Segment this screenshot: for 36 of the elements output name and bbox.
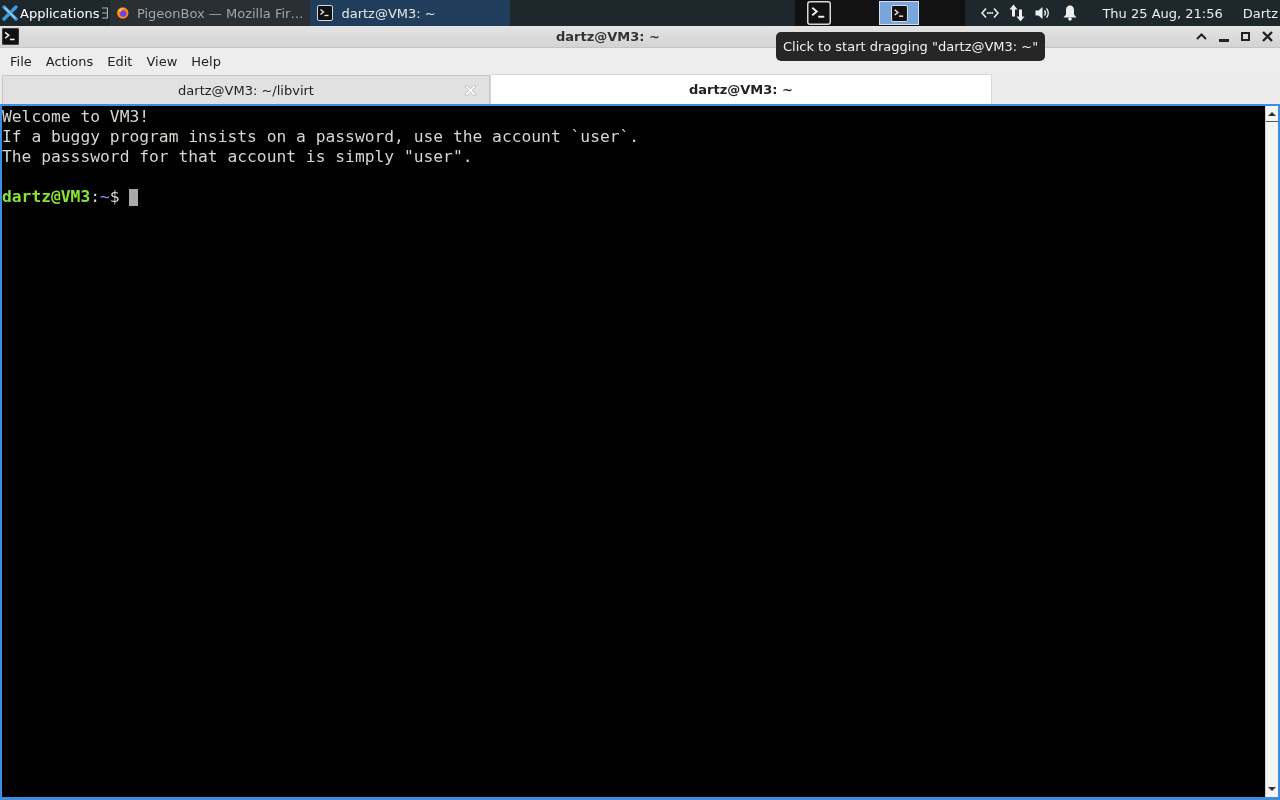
terminal-line: Welcome to VM3! <box>2 107 150 127</box>
workspace-button[interactable] <box>879 1 920 25</box>
terminal-icon <box>890 4 908 22</box>
menu-item[interactable]: Edit <box>100 50 140 72</box>
tooltip: Click to start dragging "dartz@VM3: ~" <box>776 32 1046 61</box>
bell-icon[interactable] <box>1063 5 1078 21</box>
transfer-arrows-icon[interactable] <box>1009 4 1026 22</box>
terminal-line: If a buggy program insists on a password, use the account `user`. <box>2 127 640 147</box>
maximize-icon[interactable] <box>1241 32 1250 41</box>
tab[interactable]: dartz@VM3: ~ <box>490 74 992 104</box>
caret-up-icon[interactable] <box>1196 33 1207 40</box>
user-menu-button[interactable]: Dartz <box>1242 5 1278 21</box>
menu-item[interactable]: View <box>139 50 185 72</box>
terminal-line: The passsword for that account is simply "user". <box>2 147 473 167</box>
terminal-icon <box>317 5 334 21</box>
taskbar-button[interactable]: PigeonBox — Mozilla Fir… <box>110 0 311 26</box>
network-icon[interactable] <box>981 7 1000 19</box>
menu-item[interactable]: Actions <box>38 50 101 72</box>
cross-icon <box>2 5 18 21</box>
taskbar-button[interactable]: dartz@VM3: ~ <box>310 0 511 26</box>
browser-logo-icon <box>117 5 129 21</box>
applications-menu-button[interactable]: Applications <box>0 0 103 26</box>
menu-item[interactable]: File <box>3 50 39 72</box>
tab[interactable]: dartz@VM3: ~/libvirt <box>2 75 490 104</box>
clock[interactable]: Thu 25 Aug, 21:56 <box>1102 5 1223 21</box>
shell-prompt: dartz@VM3:~$ <box>2 187 121 207</box>
window-title: dartz@VM3: ~ <box>555 29 661 44</box>
triangle-down-icon[interactable] <box>1268 787 1276 791</box>
menu-item[interactable]: Help <box>184 50 228 72</box>
cursor-icon <box>129 188 139 206</box>
speaker-icon[interactable] <box>1035 6 1052 20</box>
triangle-up-icon[interactable] <box>1268 112 1276 116</box>
terminal-icon[interactable] <box>1 27 20 46</box>
scrollbar[interactable] <box>1265 106 1278 797</box>
close-icon[interactable] <box>1262 31 1273 42</box>
handle-icon[interactable] <box>102 7 109 19</box>
